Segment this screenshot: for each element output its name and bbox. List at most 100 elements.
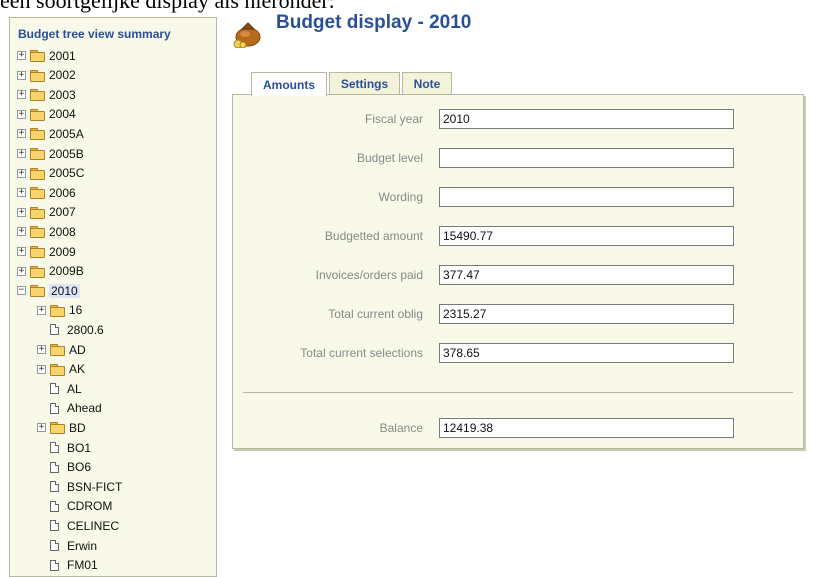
- tree-item-label: BSN-FICT: [67, 479, 123, 494]
- folder-icon: [30, 285, 45, 298]
- budget-tree-sidebar: Budget tree view summary +2001 +2002 +2003…: [9, 17, 217, 577]
- tree-item[interactable]: +2009: [17, 242, 76, 261]
- tree-item-label: 2002: [49, 68, 76, 83]
- fiscal-year-field[interactable]: [439, 109, 734, 129]
- tree-item-label: 2001: [49, 48, 76, 63]
- tab-note[interactable]: Note: [402, 72, 452, 95]
- expand-icon[interactable]: +: [17, 70, 26, 80]
- tree-item-label: 2008: [49, 224, 76, 239]
- folder-icon: [50, 422, 65, 435]
- tree-item[interactable]: Erwin: [37, 536, 97, 555]
- expand-icon[interactable]: +: [17, 149, 26, 158]
- tree-item[interactable]: Ahead: [37, 399, 102, 418]
- expand-icon[interactable]: +: [37, 364, 46, 374]
- tree-item[interactable]: BSN-FICT: [37, 477, 122, 496]
- tree-item[interactable]: +2001: [17, 46, 76, 65]
- fiscal-year-label: Fiscal year: [364, 112, 423, 126]
- folder-icon: [50, 344, 65, 356]
- document-icon: [50, 520, 59, 532]
- tree-item[interactable]: +2005B: [17, 144, 84, 163]
- document-icon: [50, 559, 59, 571]
- document-icon: [50, 540, 59, 551]
- expand-icon[interactable]: +: [37, 345, 46, 354]
- balance-label: Balance: [379, 421, 423, 435]
- expand-icon[interactable]: +: [17, 207, 26, 217]
- tree-item[interactable]: +2005C: [17, 164, 84, 183]
- tree-item[interactable]: + BD: [37, 418, 86, 437]
- expand-icon[interactable]: +: [37, 423, 46, 433]
- tree-item-label: 2006: [49, 185, 76, 200]
- tree-item[interactable]: +2005A: [17, 124, 84, 143]
- collapse-icon[interactable]: −: [17, 286, 26, 296]
- tree-item[interactable]: +2009B: [17, 262, 84, 281]
- expand-icon[interactable]: +: [37, 305, 46, 315]
- invoices-orders-paid-field[interactable]: [439, 265, 734, 285]
- tree-item[interactable]: +2002: [17, 66, 76, 85]
- sidebar-title: Budget tree view summary: [18, 27, 171, 41]
- panel-divider: [243, 392, 793, 393]
- tree-item-label: 2005B: [49, 146, 84, 161]
- tree-item-label: 2007: [49, 205, 76, 220]
- document-icon: [50, 402, 59, 414]
- tree-item-label: AK: [69, 362, 86, 377]
- tree-item[interactable]: +2004: [17, 105, 76, 124]
- tree-item-label: Erwin: [67, 538, 98, 553]
- tree-item[interactable]: +2006: [17, 183, 76, 202]
- tree-item[interactable]: +2008: [17, 222, 76, 241]
- folder-icon: [30, 226, 45, 239]
- document-icon: [50, 442, 59, 453]
- tree-item[interactable]: + AD: [37, 340, 86, 359]
- folder-icon: [30, 206, 45, 219]
- tree-item-label: FM01: [67, 558, 98, 573]
- tree-item-label: 2003: [49, 87, 76, 102]
- tree-item[interactable]: + AK: [37, 360, 85, 379]
- tree-item[interactable]: CELINEC: [37, 516, 119, 535]
- total-current-selections-label: Total current selections: [300, 346, 423, 360]
- expand-icon[interactable]: +: [17, 129, 26, 139]
- wording-field[interactable]: [439, 187, 734, 207]
- expand-icon[interactable]: +: [17, 109, 26, 119]
- total-current-selections-field[interactable]: [439, 343, 734, 363]
- tree-item-label: 16: [69, 303, 83, 318]
- balance-field[interactable]: [439, 418, 734, 438]
- tree-item-label: BD: [69, 420, 86, 435]
- folder-icon: [30, 246, 45, 258]
- tree-item[interactable]: − 2010: [17, 281, 80, 300]
- tree-item-label: 2005C: [49, 166, 85, 181]
- document-icon: [50, 324, 59, 336]
- invoices-orders-paid-label: Invoices/orders paid: [315, 268, 423, 282]
- tree-item[interactable]: +16: [37, 301, 82, 320]
- budgetted-amount-field[interactable]: [439, 226, 734, 246]
- expand-icon[interactable]: +: [17, 227, 26, 237]
- folder-icon: [30, 69, 45, 82]
- folder-icon: [30, 50, 45, 62]
- budget-level-field[interactable]: [439, 148, 734, 168]
- folder-icon: [30, 187, 45, 200]
- tree-item[interactable]: AL: [37, 379, 82, 398]
- tab-amounts[interactable]: Amounts: [251, 72, 327, 96]
- tree-item[interactable]: CDROM: [37, 497, 112, 516]
- tree-item[interactable]: +2003: [17, 85, 76, 104]
- tree-item[interactable]: BO1: [37, 438, 91, 457]
- tab-settings[interactable]: Settings: [329, 72, 400, 95]
- wording-label: Wording: [378, 190, 423, 204]
- tree-item-label: 2004: [49, 107, 76, 122]
- total-current-oblig-field[interactable]: [439, 304, 734, 324]
- folder-icon: [30, 265, 45, 278]
- expand-icon[interactable]: +: [17, 90, 26, 100]
- expand-icon[interactable]: +: [17, 168, 26, 178]
- budget-level-label: Budget level: [356, 151, 423, 165]
- folder-icon: [30, 167, 45, 180]
- tree-item[interactable]: BO6: [37, 458, 91, 477]
- folder-icon: [50, 363, 65, 376]
- expand-icon[interactable]: +: [17, 247, 26, 256]
- tree-item[interactable]: +2007: [17, 203, 76, 222]
- folder-icon: [30, 89, 45, 102]
- tree-item-label: 2010: [49, 283, 80, 298]
- expand-icon[interactable]: +: [17, 188, 26, 198]
- expand-icon[interactable]: +: [17, 266, 26, 276]
- document-icon: [50, 500, 59, 512]
- tree-item[interactable]: 2800.6: [37, 320, 104, 339]
- expand-icon[interactable]: +: [17, 51, 26, 60]
- total-current-oblig-label: Total current oblig: [328, 307, 423, 321]
